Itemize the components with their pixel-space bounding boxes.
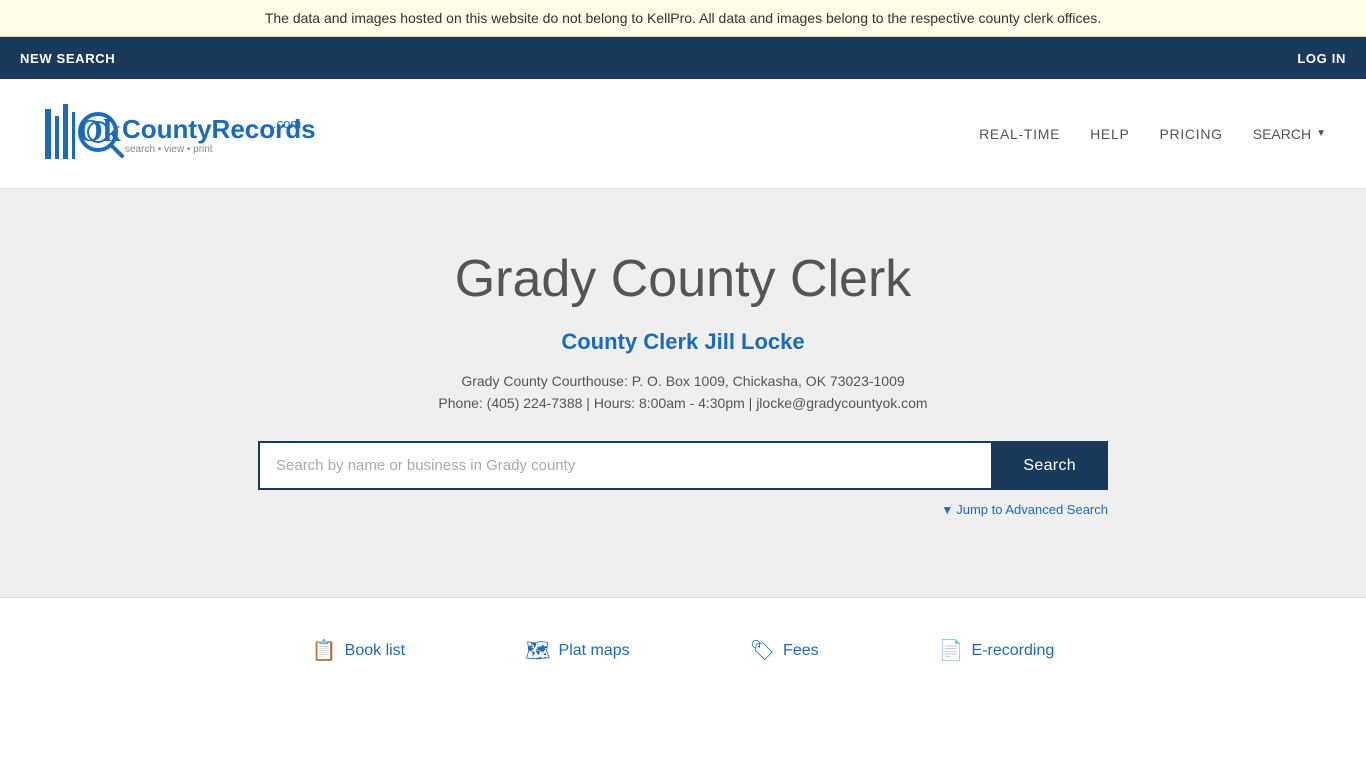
address-line: Grady County Courthouse: P. O. Box 1009,…: [20, 373, 1346, 389]
footer-erecording-label: E-recording: [972, 642, 1055, 660]
clerk-name: County Clerk Jill Locke: [20, 329, 1346, 355]
footer-fees-label: Fees: [783, 642, 819, 660]
footer-plat-maps-label: Plat maps: [559, 642, 630, 660]
nav-pricing[interactable]: PRICING: [1159, 126, 1222, 142]
search-row: Search: [258, 441, 1108, 490]
plat-maps-icon: 🗺: [525, 638, 550, 663]
page-title: Grady County Clerk: [20, 249, 1346, 309]
svg-text:Ok: Ok: [78, 112, 121, 148]
search-button[interactable]: Search: [991, 441, 1108, 490]
svg-text:search • view • print: search • view • print: [125, 144, 213, 155]
fees-icon: 🏷: [750, 638, 775, 663]
logo-area[interactable]: CountyRecords .com search • view • print…: [40, 94, 320, 174]
log-in-link[interactable]: LOG IN: [1297, 51, 1346, 66]
notice-text: The data and images hosted on this websi…: [265, 10, 1101, 26]
nav-realtime[interactable]: REAL-TIME: [979, 126, 1060, 142]
footer-links: 📋 Book list 🗺 Plat maps 🏷 Fees 📄 E-recor…: [0, 597, 1366, 703]
chevron-down-icon: ▼: [1316, 128, 1326, 139]
nav-search-label: SEARCH: [1253, 126, 1311, 142]
footer-erecording[interactable]: 📄 E-recording: [939, 638, 1055, 663]
site-header: CountyRecords .com search • view • print…: [0, 79, 1366, 189]
svg-text:.com: .com: [273, 116, 301, 131]
new-search-link[interactable]: NEW SEARCH: [20, 51, 115, 66]
search-input[interactable]: [258, 441, 991, 490]
footer-plat-maps[interactable]: 🗺 Plat maps: [525, 638, 630, 663]
notice-bar: The data and images hosted on this websi…: [0, 0, 1366, 37]
advanced-search-link[interactable]: ▼Jump to Advanced Search: [941, 502, 1108, 517]
nav-help[interactable]: HELP: [1090, 126, 1129, 142]
footer-book-list-label: Book list: [345, 642, 405, 660]
top-nav: NEW SEARCH LOG IN: [0, 37, 1366, 79]
site-logo: CountyRecords .com search • view • print…: [40, 94, 320, 174]
phone-hours-line: Phone: (405) 224-7388 | Hours: 8:00am - …: [20, 395, 1346, 411]
erecording-icon: 📄: [939, 638, 964, 663]
hero-section: Grady County Clerk County Clerk Jill Loc…: [0, 189, 1366, 597]
footer-book-list[interactable]: 📋 Book list: [312, 638, 405, 663]
nav-search-dropdown[interactable]: SEARCH ▼: [1253, 126, 1326, 142]
book-list-icon: 📋: [312, 638, 337, 663]
advanced-search-link-wrap: ▼Jump to Advanced Search: [258, 502, 1108, 517]
arrow-down-icon: ▼: [941, 503, 953, 517]
footer-fees[interactable]: 🏷 Fees: [750, 638, 819, 663]
main-nav: REAL-TIME HELP PRICING SEARCH ▼: [979, 126, 1326, 142]
